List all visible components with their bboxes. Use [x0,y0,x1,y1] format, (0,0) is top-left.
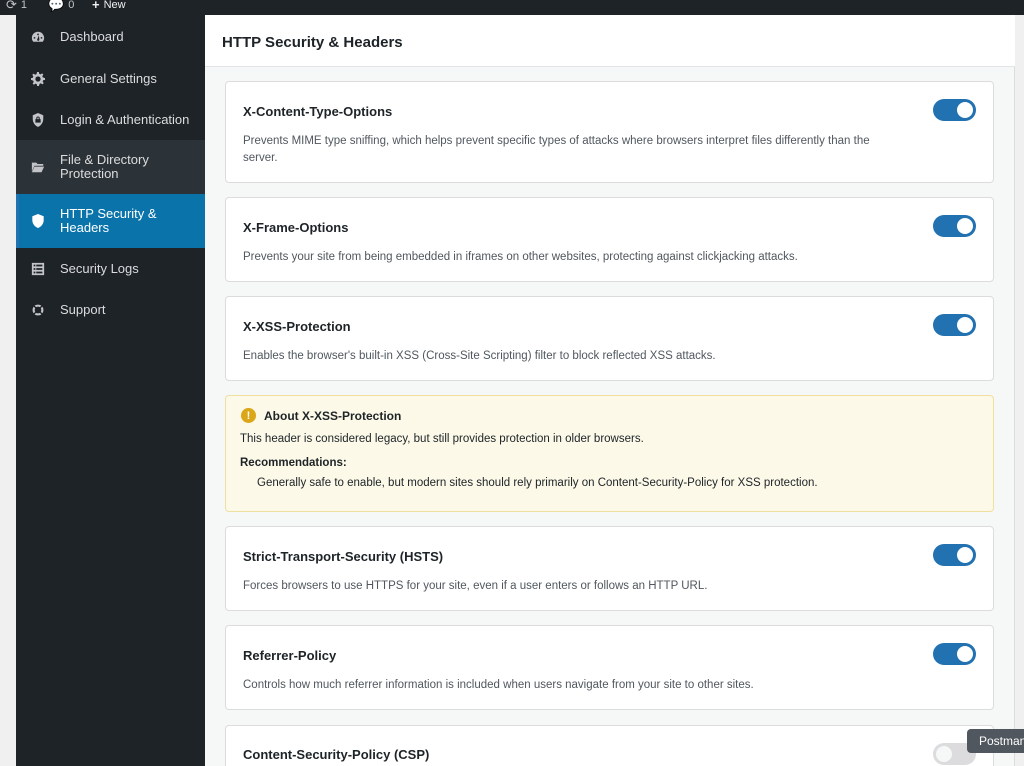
setting-title: X-XSS-Protection [243,319,351,334]
comments-item[interactable]: 💬 0 [48,0,74,13]
setting-title: Referrer-Policy [243,648,337,663]
comment-icon: 💬 [48,0,65,12]
toggle-knob [957,317,973,333]
tooltip-text: Postman [979,734,1024,748]
sidebar-item-general-settings[interactable]: General Settings [16,58,205,99]
sidebar-item-label: Support [60,301,106,317]
folder-icon [16,160,60,174]
lifebuoy-icon [16,302,60,317]
page-title: HTTP Security & Headers [222,34,403,51]
admin-bar: ⟳ 1 💬 0 + New [0,0,1024,15]
setting-title: Strict-Transport-Security (HSTS) [243,549,444,564]
sidebar-item-label: Security Logs [60,260,139,276]
setting-title: X-Content-Type-Options [243,104,393,119]
sidebar-item-file-directory-protection[interactable]: File & Directory Protection [16,140,205,194]
updates-count: 1 [20,0,28,11]
setting-card-x-xss-protection: X-XSS-Protection Enables the browser's b… [225,296,994,381]
list-icon [16,262,60,276]
sidebar-item-http-security-headers[interactable]: HTTP Security & Headers [16,194,205,248]
setting-description: Enables the browser's built-in XSS (Cros… [243,350,716,362]
setting-description: Controls how much referrer information i… [243,679,754,691]
toggle-switch[interactable] [933,643,976,665]
setting-card-csp: Content-Security-Policy (CSP) [225,725,994,766]
toggle-knob [957,547,973,563]
comments-count: 0 [68,0,75,11]
gear-icon [16,71,60,86]
setting-card-hsts: Strict-Transport-Security (HSTS) Forces … [225,526,994,611]
setting-description: Forces browsers to use HTTPS for your si… [243,580,708,592]
sidebar-item-label: Login & Authentication [60,111,190,127]
main-panel: HTTP Security & Headers X-Content-Type-O… [205,15,1015,766]
lock-shield-icon [16,112,60,127]
xss-info-notice: ! About X-XSS-Protection This header is … [225,395,994,512]
toggle-switch[interactable] [933,544,976,566]
new-item[interactable]: + New [92,0,126,12]
sidebar: Dashboard General Settings Login & Authe… [16,15,205,766]
page-header: HTTP Security & Headers [205,15,1015,67]
sidebar-item-dashboard[interactable]: Dashboard [16,15,205,58]
setting-card-x-frame-options: X-Frame-Options Prevents your site from … [225,197,994,282]
setting-description: Prevents your site from being embedded i… [243,251,798,263]
recommendations-text: Generally safe to enable, but modern sit… [257,477,818,489]
setting-title: X-Frame-Options [243,220,349,235]
sidebar-item-label: General Settings [60,70,157,86]
window-edge [0,15,16,766]
window-edge [1016,15,1024,766]
notice-text: This header is considered legacy, but st… [240,433,644,445]
updates-item[interactable]: ⟳ 1 [6,0,27,13]
setting-title: Content-Security-Policy (CSP) [243,747,430,762]
tooltip: Postman [967,729,1024,753]
sidebar-item-security-logs[interactable]: Security Logs [16,248,205,289]
toggle-knob [957,646,973,662]
notice-title: About X-XSS-Protection [264,409,402,423]
new-label: New [103,0,126,11]
toggle-knob [957,102,973,118]
active-indicator [16,194,19,248]
sidebar-item-label: Dashboard [60,28,124,44]
toggle-knob [957,218,973,234]
plus-icon: + [92,0,100,12]
sidebar-item-login-authentication[interactable]: Login & Authentication [16,99,205,140]
dashboard-icon [16,30,60,44]
warning-icon: ! [241,408,256,423]
sidebar-item-label: File & Directory Protection [60,152,149,181]
toggle-switch[interactable] [933,215,976,237]
refresh-icon: ⟳ [6,0,17,12]
recommendations-label: Recommendations: [240,457,347,469]
toggle-knob [936,746,952,762]
toggle-switch[interactable] [933,314,976,336]
setting-card-referrer-policy: Referrer-Policy Controls how much referr… [225,625,994,710]
sidebar-item-label: HTTP Security & Headers [60,206,157,235]
setting-card-x-content-type-options: X-Content-Type-Options Prevents MIME typ… [225,81,994,183]
setting-description: Prevents MIME type sniffing, which helps… [243,135,870,164]
toggle-switch[interactable] [933,99,976,121]
shield-icon [16,214,60,228]
sidebar-item-support[interactable]: Support [16,289,205,330]
